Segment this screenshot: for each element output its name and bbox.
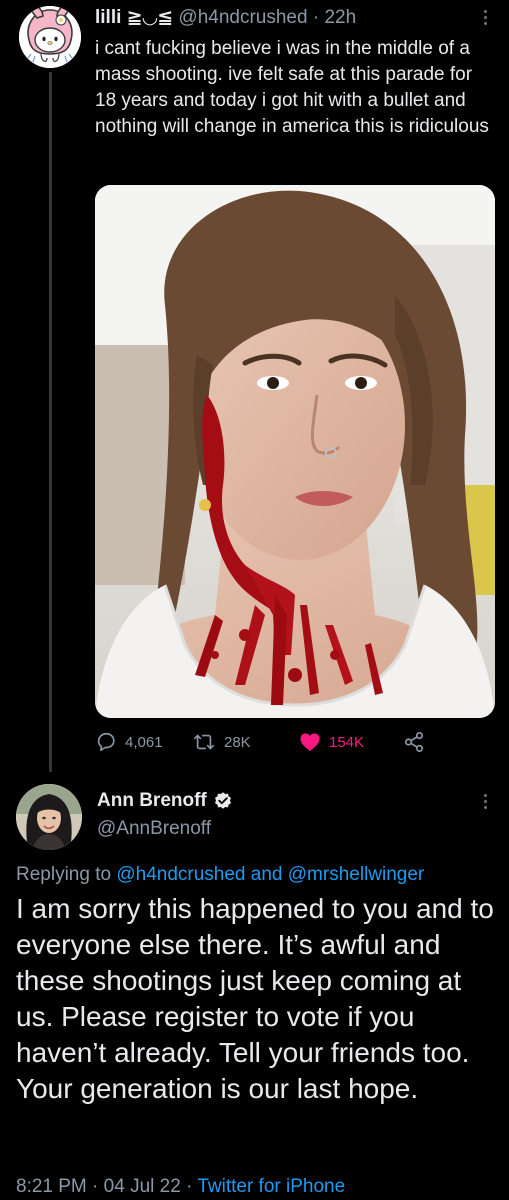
replying-and[interactable]: and [251,864,283,885]
tweet-date[interactable]: 04 Jul 22 [104,1176,181,1197]
share-button[interactable] [403,728,425,756]
tweet-time[interactable]: 8:21 PM [16,1176,87,1197]
separator: · [92,1176,99,1197]
retweet-count: 28K [224,733,251,751]
tweet-detail[interactable]: Ann Brenoff @AnnBrenoff Replying to @h4n… [0,770,509,1200]
display-name[interactable]: Ann Brenoff [97,790,207,812]
tweet-photo[interactable] [95,185,495,718]
retweet-icon [193,734,215,750]
tweet[interactable]: lilli ≧◡≦ @h4ndcrushed · 22h i cant fuck… [0,0,509,772]
verified-badge-icon [214,792,231,809]
profile-photo-icon [16,784,82,850]
share-icon [404,732,424,752]
display-name[interactable]: lilli ≧◡≦ [95,7,173,28]
my-melody-avatar-icon [19,6,81,68]
replying-prefix: Replying to [16,864,112,885]
handle[interactable]: @h4ndcrushed [178,7,307,28]
handle[interactable]: @AnnBrenoff [97,818,211,840]
display-name-row: Ann Brenoff [97,790,233,812]
reply-count: 4,061 [125,733,163,751]
replying-to: Replying to @h4ndcrushed and @mrshellwin… [16,863,424,887]
avatar[interactable] [19,6,81,68]
timestamp[interactable]: 22h [324,7,356,28]
separator: · [312,7,320,28]
separator: · [186,1176,193,1197]
tweet-text: I am sorry this happened to you and to e… [16,893,494,1104]
like-count: 154K [329,733,365,751]
avatar[interactable] [16,784,82,850]
timeline: lilli ≧◡≦ @h4ndcrushed · 22h i cant fuck… [0,0,509,1200]
tweet-actions: 4,061 28K 154K [95,728,495,756]
mention-link[interactable]: @h4ndcrushed [116,864,245,885]
more-vertical-icon[interactable] [478,8,492,28]
tweet-text: i cant fucking believe i was in the midd… [95,38,489,137]
like-button[interactable]: 154K [299,728,364,756]
reply-button[interactable]: 4,061 [95,728,163,756]
tweet-header: lilli ≧◡≦ @h4ndcrushed · 22h [95,7,356,29]
tweet-meta: 8:21 PM · 04 Jul 22 · Twitter for iPhone [16,1176,345,1198]
more-vertical-icon[interactable] [478,792,492,812]
reply-icon [97,732,115,752]
retweet-button[interactable]: 28K [192,728,251,756]
tweet-source[interactable]: Twitter for iPhone [197,1176,345,1197]
heart-icon [300,733,320,752]
thread-line [49,72,52,772]
mention-link[interactable]: @mrshellwinger [288,864,425,885]
selfie-photo [95,185,495,718]
